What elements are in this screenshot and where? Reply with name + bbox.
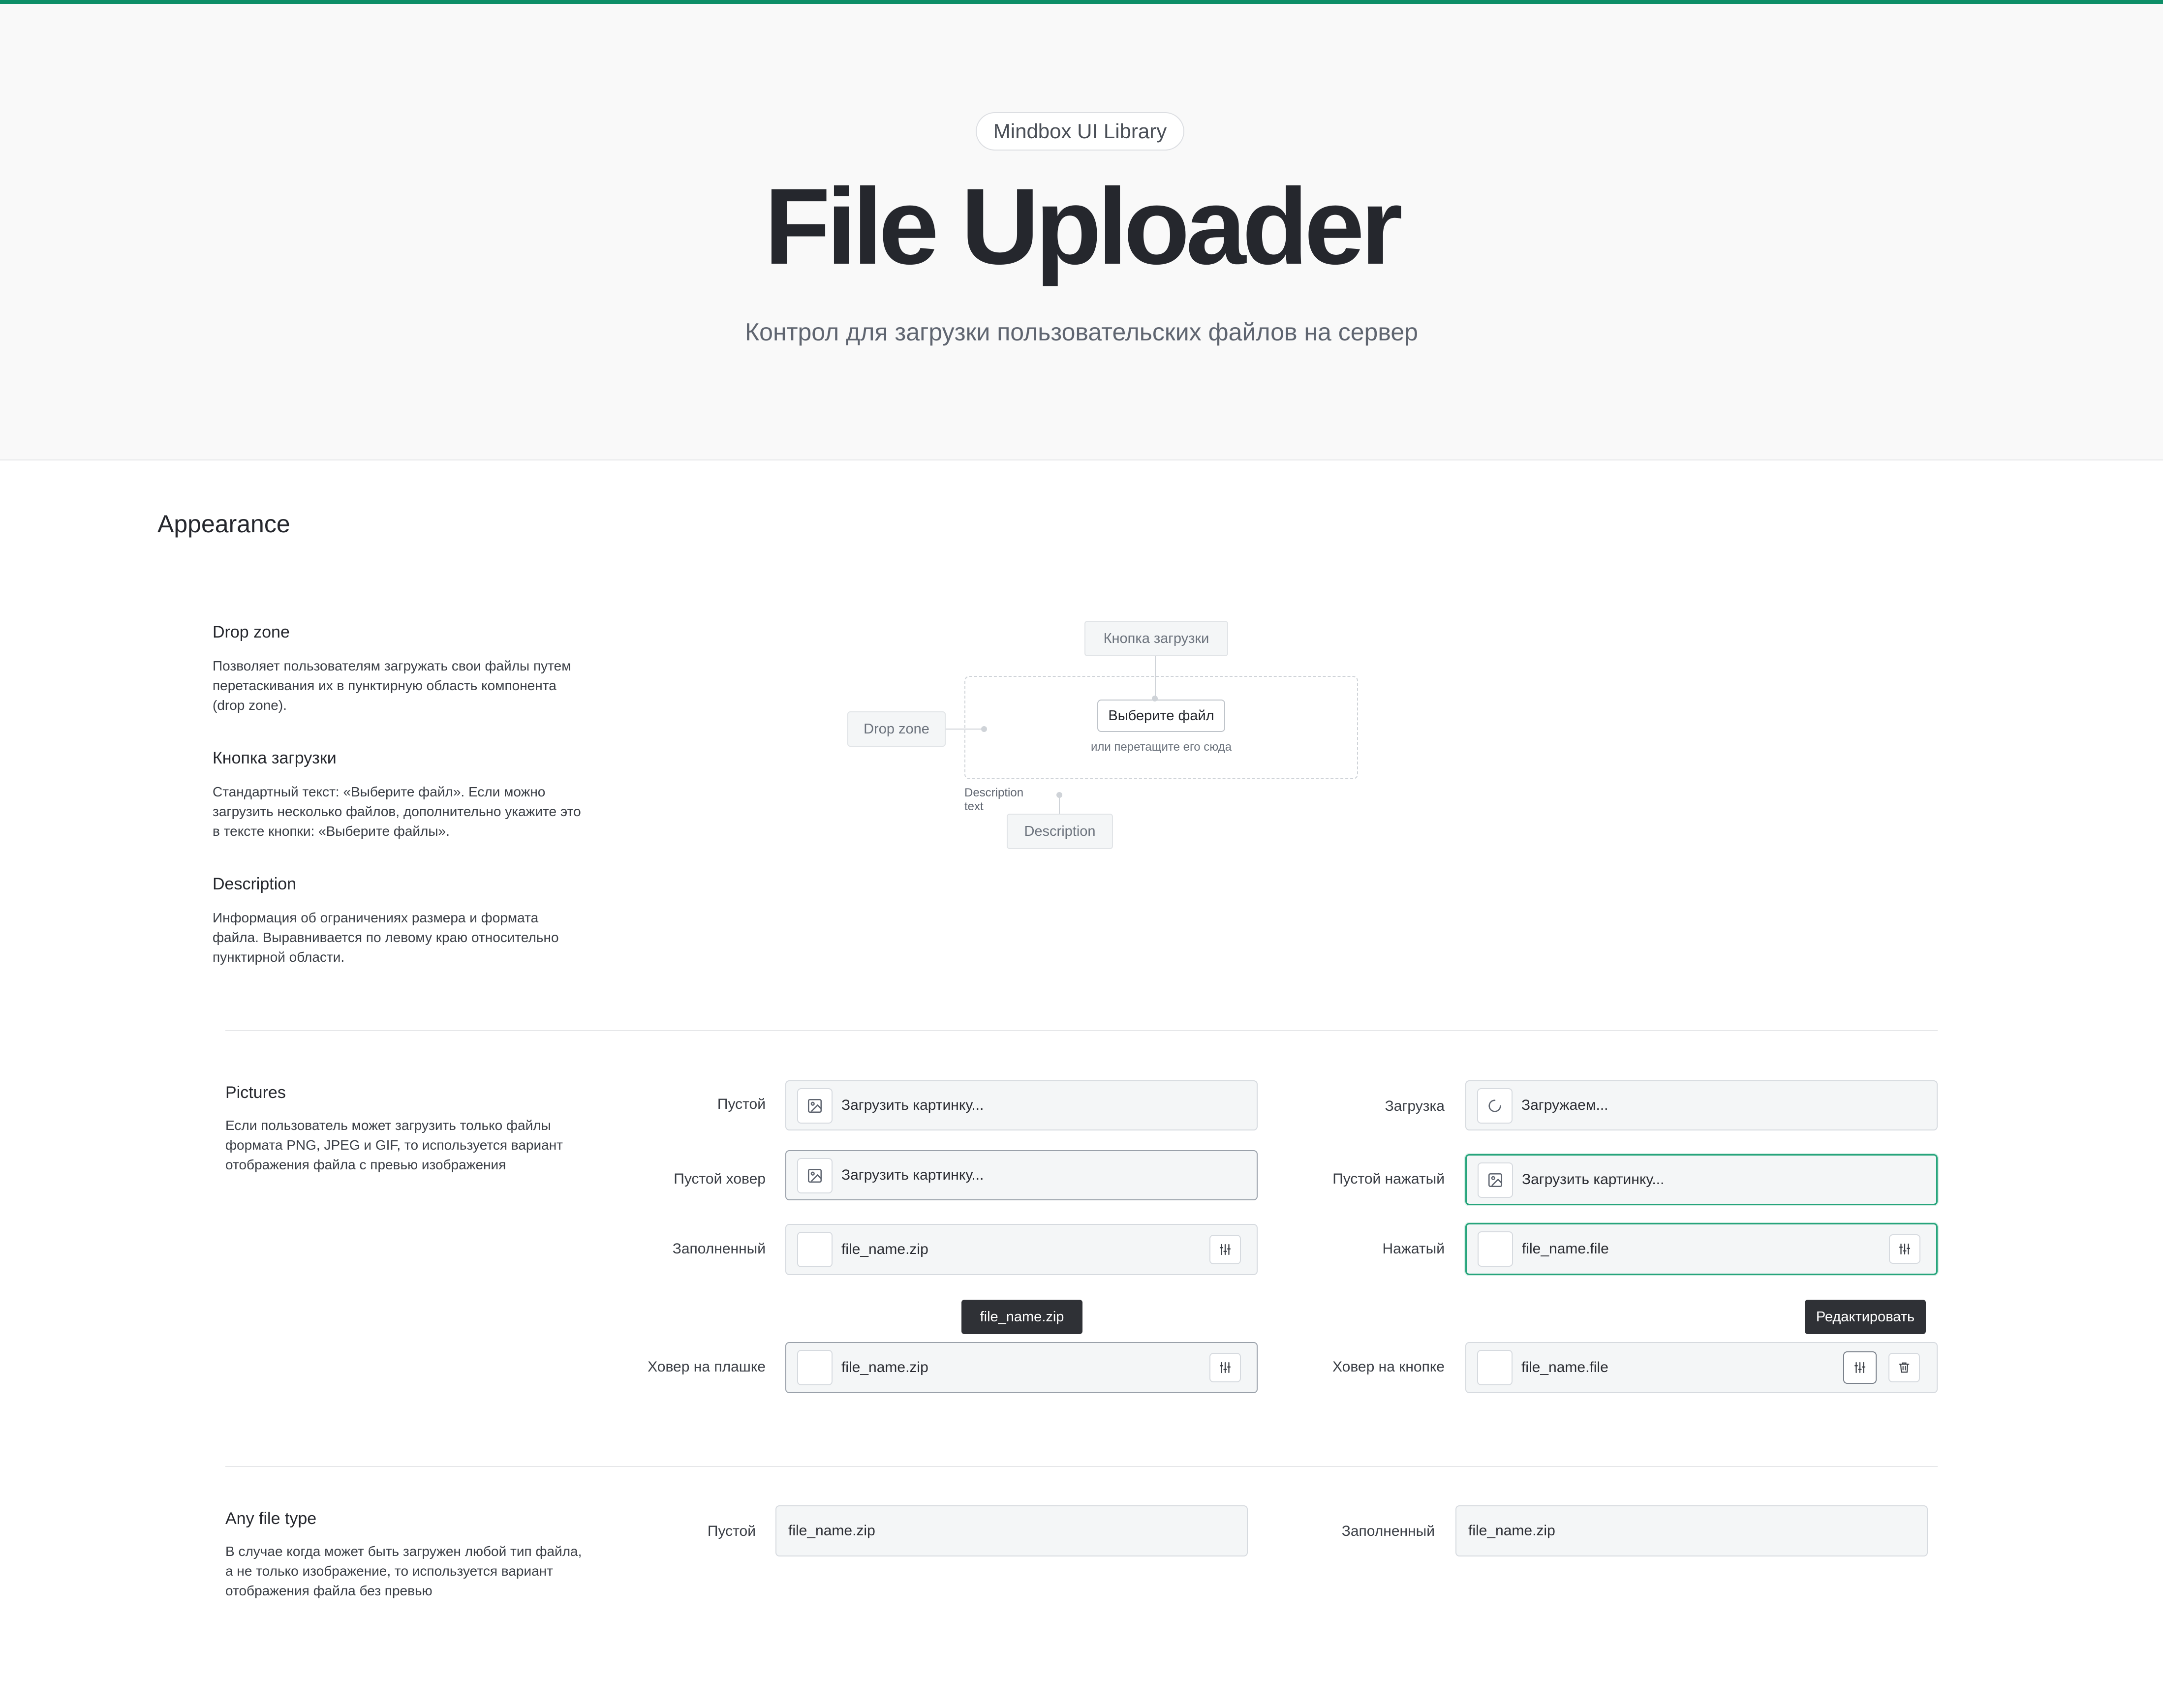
state-label-hover-plate: Ховер на плашке bbox=[648, 1359, 766, 1375]
state-label-filled: Заполненный bbox=[1341, 1523, 1435, 1539]
appearance-heading: Appearance bbox=[157, 510, 290, 538]
top-accent-bar bbox=[0, 0, 2163, 4]
library-badge[interactable]: Mindbox UI Library bbox=[976, 112, 1184, 151]
uploader-hover-button[interactable]: file_name.file bbox=[1465, 1342, 1938, 1393]
image-preview bbox=[797, 1232, 833, 1267]
part-title-dropzone: Drop zone bbox=[213, 623, 290, 641]
uploader-text: Загрузить картинку... bbox=[841, 1167, 984, 1183]
uploader-empty-hover[interactable]: Загрузить картинку... bbox=[785, 1150, 1258, 1200]
state-label-filled: Заполненный bbox=[672, 1241, 766, 1257]
uploader-loading[interactable]: Загружаем... bbox=[1465, 1080, 1938, 1130]
tag-dropzone: Drop zone bbox=[847, 711, 946, 747]
any-file-text: В случае когда может быть загружен любой… bbox=[225, 1544, 582, 1598]
uploader-empty[interactable]: Загрузить картинку... bbox=[785, 1080, 1258, 1130]
image-preview bbox=[797, 1350, 833, 1385]
image-icon bbox=[1478, 1162, 1513, 1198]
image-preview bbox=[1477, 1350, 1513, 1385]
any-file-heading: Any file type bbox=[225, 1509, 317, 1528]
state-label-empty: Пустой bbox=[717, 1096, 766, 1112]
state-label-loading: Загрузка bbox=[1385, 1098, 1445, 1114]
part-text-dropzone: Позволяет пользователям загружать свои ф… bbox=[213, 658, 571, 713]
state-label-empty: Пустой bbox=[707, 1523, 756, 1539]
page-title: File Uploader bbox=[764, 166, 1403, 287]
connector-description bbox=[1059, 797, 1060, 814]
uploader-text: Загрузить картинку... bbox=[1522, 1171, 1665, 1188]
uploader-filename: file_name.zip bbox=[1468, 1523, 1555, 1539]
uploader-hover-plate[interactable]: file_name.zip bbox=[785, 1342, 1258, 1393]
state-label-empty-pressed: Пустой нажатый bbox=[1332, 1171, 1445, 1187]
settings-sliders-icon[interactable] bbox=[1843, 1351, 1877, 1384]
state-label-hover-button: Ховер на кнопке bbox=[1332, 1359, 1445, 1375]
divider bbox=[225, 1466, 1938, 1467]
spinner-icon bbox=[1477, 1088, 1513, 1124]
uploader-filename: file_name.zip bbox=[788, 1523, 875, 1539]
tooltip-edit: Редактировать bbox=[1805, 1300, 1926, 1334]
part-title-description: Description bbox=[213, 875, 297, 893]
anchor-dot-description bbox=[1056, 792, 1062, 798]
anchor-dot-dropzone bbox=[981, 726, 987, 732]
trash-icon[interactable] bbox=[1888, 1353, 1920, 1382]
state-label-pressed: Нажатый bbox=[1382, 1241, 1445, 1257]
choose-file-button[interactable]: Выберите файл bbox=[1097, 700, 1225, 732]
tag-upload-button: Кнопка загрузки bbox=[1084, 621, 1228, 656]
uploader-empty-pressed[interactable]: Загрузить картинку... bbox=[1465, 1154, 1938, 1205]
uploader-filename: file_name.file bbox=[1522, 1241, 1609, 1257]
state-label-empty-hover: Пустой ховер bbox=[674, 1171, 766, 1187]
pictures-text: Если пользователь может загрузить только… bbox=[225, 1118, 563, 1172]
tooltip-filename: file_name.zip bbox=[961, 1300, 1082, 1334]
image-icon bbox=[797, 1088, 833, 1124]
part-text-upload-button: Стандартный текст: «Выберите файл». Если… bbox=[213, 784, 581, 839]
page-subtitle: Контрол для загрузки пользовательских фа… bbox=[745, 318, 1418, 346]
uploader-text: Загружаем... bbox=[1521, 1097, 1608, 1113]
drop-hint: или перетащите его сюда bbox=[1090, 740, 1232, 754]
divider bbox=[225, 1030, 1938, 1031]
file-uploader-filled[interactable]: file_name.zip bbox=[1455, 1505, 1928, 1556]
description-text: Description text bbox=[964, 786, 1024, 813]
image-preview bbox=[1478, 1231, 1513, 1267]
anchor-dot-button bbox=[1152, 696, 1158, 702]
uploader-text: Загрузить картинку... bbox=[841, 1097, 984, 1113]
uploader-filename: file_name.file bbox=[1521, 1359, 1608, 1375]
settings-sliders-icon[interactable] bbox=[1889, 1234, 1920, 1264]
part-title-upload-button: Кнопка загрузки bbox=[213, 749, 337, 767]
uploader-filename: file_name.zip bbox=[841, 1241, 928, 1257]
pictures-heading: Pictures bbox=[225, 1083, 286, 1102]
file-uploader-empty[interactable]: file_name.zip bbox=[775, 1505, 1248, 1556]
image-icon bbox=[797, 1158, 833, 1193]
uploader-filled[interactable]: file_name.zip bbox=[785, 1224, 1258, 1275]
part-text-description: Информация об ограничениях размера и фор… bbox=[213, 910, 559, 965]
uploader-pressed[interactable]: file_name.file bbox=[1465, 1223, 1938, 1275]
uploader-filename: file_name.zip bbox=[841, 1359, 928, 1375]
tag-description: Description bbox=[1007, 814, 1113, 849]
